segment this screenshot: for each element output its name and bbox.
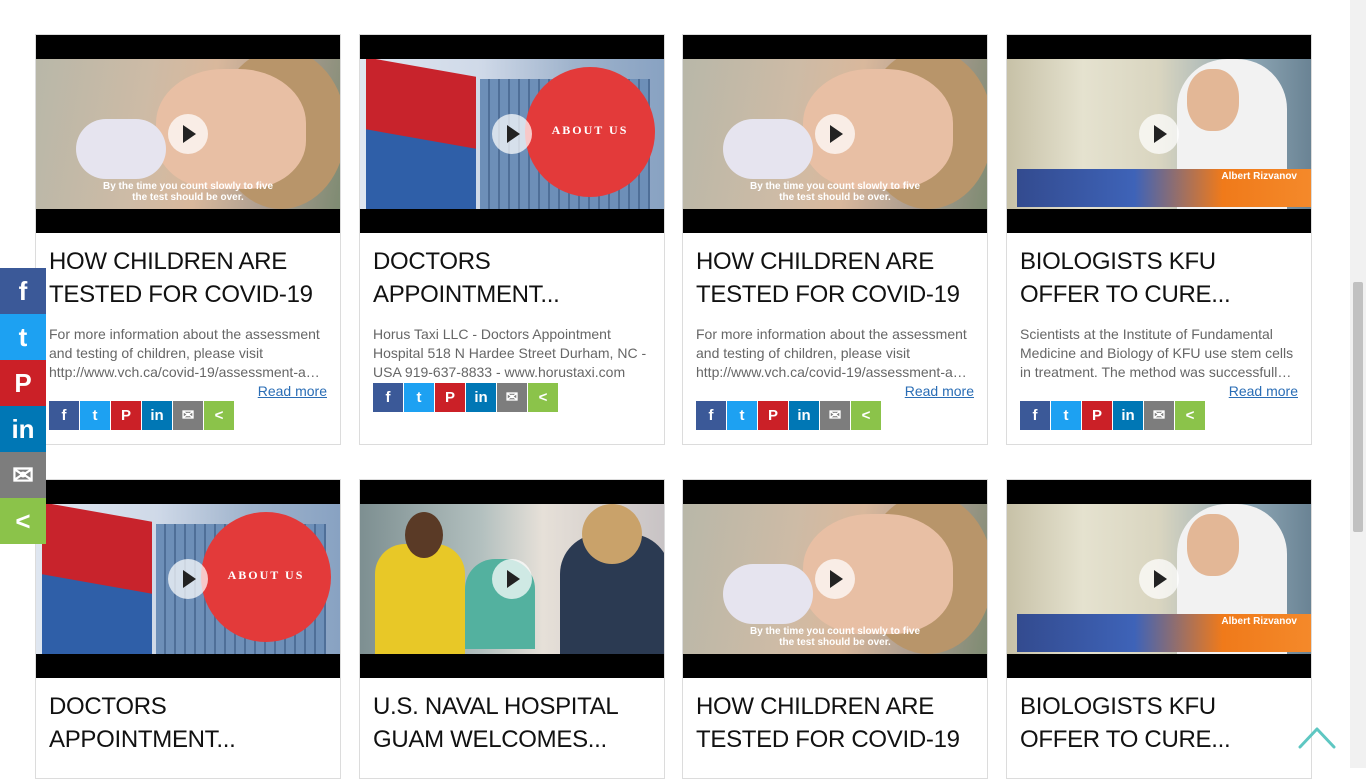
floating-share-bar: f t P in ✉ < xyxy=(0,268,46,544)
linkedin-icon[interactable]: in xyxy=(0,406,46,452)
video-title[interactable]: DOCTORS APPOINTMENT... xyxy=(373,245,651,311)
facebook-icon[interactable]: f xyxy=(1020,401,1050,430)
email-icon[interactable]: ✉ xyxy=(497,383,527,412)
read-more-link[interactable]: Read more xyxy=(258,383,327,399)
share-icon[interactable]: < xyxy=(851,401,881,430)
facebook-icon[interactable]: f xyxy=(49,401,79,430)
scrollbar[interactable] xyxy=(1350,0,1366,768)
share-bar: f t P in ✉ < xyxy=(1020,401,1298,430)
facebook-icon[interactable]: f xyxy=(373,383,403,412)
video-thumbnail[interactable]: Albert Rizvanov xyxy=(1007,480,1311,678)
play-icon[interactable] xyxy=(168,114,208,154)
email-icon[interactable]: ✉ xyxy=(820,401,850,430)
email-icon[interactable]: ✉ xyxy=(173,401,203,430)
email-icon[interactable]: ✉ xyxy=(1144,401,1174,430)
video-card: By the time you count slowly to five the … xyxy=(682,34,988,445)
email-icon[interactable]: ✉ xyxy=(0,452,46,498)
share-icon[interactable]: < xyxy=(1175,401,1205,430)
pinterest-icon[interactable]: P xyxy=(758,401,788,430)
twitter-icon[interactable]: t xyxy=(1051,401,1081,430)
video-thumbnail[interactable] xyxy=(360,480,664,678)
video-thumbnail[interactable]: By the time you count slowly to five the … xyxy=(683,35,987,233)
twitter-icon[interactable]: t xyxy=(727,401,757,430)
video-title[interactable]: BIOLOGISTS KFU OFFER TO CURE... xyxy=(1020,245,1298,311)
video-card: ABOUT US DOCTORS APPOINTMENT... Horus Ta… xyxy=(359,34,665,445)
pinterest-icon[interactable]: P xyxy=(435,383,465,412)
facebook-icon[interactable]: f xyxy=(696,401,726,430)
linkedin-icon[interactable]: in xyxy=(466,383,496,412)
facebook-icon[interactable]: f xyxy=(0,268,46,314)
linkedin-icon[interactable]: in xyxy=(789,401,819,430)
play-icon[interactable] xyxy=(168,559,208,599)
video-thumbnail[interactable]: ABOUT US xyxy=(360,35,664,233)
video-card: Albert Rizvanov BIOLOGISTS KFU OFFER TO … xyxy=(1006,479,1312,779)
scrollbar-thumb[interactable] xyxy=(1353,282,1363,532)
video-description: For more information about the assessmen… xyxy=(696,326,974,380)
video-subtitle: By the time you count slowly to five the … xyxy=(749,181,921,203)
video-grid: By the time you count slowly to five the … xyxy=(0,0,1350,779)
video-subtitle: By the time you count slowly to five the … xyxy=(749,626,921,648)
play-icon[interactable] xyxy=(815,559,855,599)
share-bar: f t P in ✉ < xyxy=(373,383,651,412)
play-icon[interactable] xyxy=(1139,559,1179,599)
video-thumbnail[interactable]: By the time you count slowly to five the … xyxy=(36,35,340,233)
video-thumbnail[interactable]: By the time you count slowly to five the … xyxy=(683,480,987,678)
play-icon[interactable] xyxy=(492,559,532,599)
pinterest-icon[interactable]: P xyxy=(111,401,141,430)
read-more-link[interactable]: Read more xyxy=(1229,383,1298,399)
twitter-icon[interactable]: t xyxy=(404,383,434,412)
video-title[interactable]: HOW CHILDREN ARE TESTED FOR COVID-19 xyxy=(696,245,974,311)
video-thumbnail[interactable]: Albert Rizvanov xyxy=(1007,35,1311,233)
read-more-link[interactable]: Read more xyxy=(905,383,974,399)
pinterest-icon[interactable]: P xyxy=(0,360,46,406)
video-description: For more information about the assessmen… xyxy=(49,326,327,380)
linkedin-icon[interactable]: in xyxy=(1113,401,1143,430)
video-card: ABOUT US DOCTORS APPOINTMENT... xyxy=(35,479,341,779)
video-subtitle: By the time you count slowly to five the … xyxy=(102,181,274,203)
share-icon[interactable]: < xyxy=(528,383,558,412)
video-title[interactable]: U.S. NAVAL HOSPITAL GUAM WELCOMES... xyxy=(373,690,651,756)
play-icon[interactable] xyxy=(1139,114,1179,154)
twitter-icon[interactable]: t xyxy=(0,314,46,360)
video-title[interactable]: DOCTORS APPOINTMENT... xyxy=(49,690,327,756)
play-icon[interactable] xyxy=(815,114,855,154)
video-card: Albert Rizvanov BIOLOGISTS KFU OFFER TO … xyxy=(1006,34,1312,445)
horus-logo: ABOUT US xyxy=(525,67,655,197)
video-title[interactable]: HOW CHILDREN ARE TESTED FOR COVID-19 xyxy=(696,690,974,756)
share-bar: f t P in ✉ < xyxy=(49,401,327,430)
video-card: By the time you count slowly to five the … xyxy=(682,479,988,779)
video-description: Horus Taxi LLC - Doctors Appointment Hos… xyxy=(373,326,647,380)
video-title[interactable]: BIOLOGISTS KFU OFFER TO CURE... xyxy=(1020,690,1298,756)
pinterest-icon[interactable]: P xyxy=(1082,401,1112,430)
horus-logo: ABOUT US xyxy=(201,512,331,642)
name-caption: Albert Rizvanov xyxy=(1221,171,1297,182)
video-card: U.S. NAVAL HOSPITAL GUAM WELCOMES... xyxy=(359,479,665,779)
linkedin-icon[interactable]: in xyxy=(142,401,172,430)
share-bar: f t P in ✉ < xyxy=(696,401,974,430)
share-icon[interactable]: < xyxy=(0,498,46,544)
video-title[interactable]: HOW CHILDREN ARE TESTED FOR COVID-19 xyxy=(49,245,327,311)
twitter-icon[interactable]: t xyxy=(80,401,110,430)
back-to-top-icon[interactable] xyxy=(1298,722,1336,750)
video-thumbnail[interactable]: ABOUT US xyxy=(36,480,340,678)
share-icon[interactable]: < xyxy=(204,401,234,430)
video-description: Scientists at the Institute of Fundament… xyxy=(1020,326,1294,380)
video-card: By the time you count slowly to five the … xyxy=(35,34,341,445)
play-icon[interactable] xyxy=(492,114,532,154)
name-caption: Albert Rizvanov xyxy=(1221,616,1297,627)
